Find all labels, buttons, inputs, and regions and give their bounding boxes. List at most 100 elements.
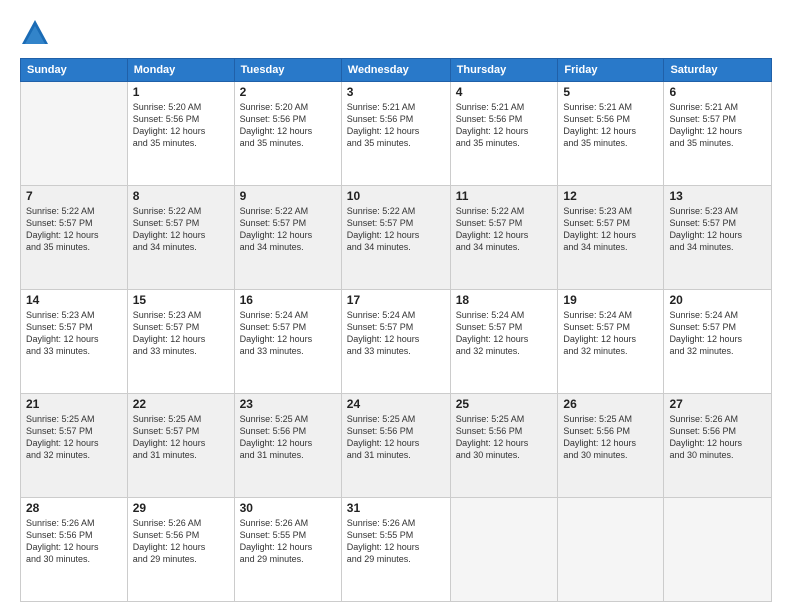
day-number: 26 (563, 397, 658, 411)
calendar-header-tuesday: Tuesday (234, 59, 341, 82)
day-info: Sunrise: 5:21 AM Sunset: 5:56 PM Dayligh… (563, 101, 658, 150)
logo (20, 18, 54, 48)
calendar-header-sunday: Sunday (21, 59, 128, 82)
calendar-header-monday: Monday (127, 59, 234, 82)
calendar-header-friday: Friday (558, 59, 664, 82)
day-number: 23 (240, 397, 336, 411)
day-number: 11 (456, 189, 553, 203)
day-number: 15 (133, 293, 229, 307)
calendar-cell: 14 Sunrise: 5:23 AM Sunset: 5:57 PM Dayli… (21, 290, 128, 394)
calendar-cell: 21 Sunrise: 5:25 AM Sunset: 5:57 PM Dayli… (21, 394, 128, 498)
calendar-cell: 17 Sunrise: 5:24 AM Sunset: 5:57 PM Dayli… (341, 290, 450, 394)
day-number: 3 (347, 85, 445, 99)
page: SundayMondayTuesdayWednesdayThursdayFrid… (0, 0, 792, 612)
calendar-cell: 23 Sunrise: 5:25 AM Sunset: 5:56 PM Dayli… (234, 394, 341, 498)
day-number: 24 (347, 397, 445, 411)
calendar-cell (664, 498, 772, 602)
day-number: 25 (456, 397, 553, 411)
day-number: 18 (456, 293, 553, 307)
calendar-cell: 6Sunrise: 5:21 AM Sunset: 5:57 PM Daylig… (664, 82, 772, 186)
day-number: 13 (669, 189, 766, 203)
day-info: Sunrise: 5:25 AM Sunset: 5:57 PM Dayligh… (133, 413, 229, 462)
day-info: Sunrise: 5:22 AM Sunset: 5:57 PM Dayligh… (456, 205, 553, 254)
calendar-cell: 7 Sunrise: 5:22 AM Sunset: 5:57 PM Daylig… (21, 186, 128, 290)
day-number: 14 (26, 293, 122, 307)
calendar-cell: 10 Sunrise: 5:22 AM Sunset: 5:57 PM Dayli… (341, 186, 450, 290)
calendar-cell: 9Sunrise: 5:22 AM Sunset: 5:57 PM Daylig… (234, 186, 341, 290)
day-number: 19 (563, 293, 658, 307)
day-number: 17 (347, 293, 445, 307)
calendar-cell (21, 82, 128, 186)
calendar-cell: 11 Sunrise: 5:22 AM Sunset: 5:57 PM Dayli… (450, 186, 558, 290)
day-info: Sunrise: 5:22 AM Sunset: 5:57 PM Dayligh… (240, 205, 336, 254)
day-info: Sunrise: 5:25 AM Sunset: 5:56 PM Dayligh… (240, 413, 336, 462)
day-number: 16 (240, 293, 336, 307)
calendar-week-4: 21 Sunrise: 5:25 AM Sunset: 5:57 PM Dayli… (21, 394, 772, 498)
day-info: Sunrise: 5:22 AM Sunset: 5:57 PM Dayligh… (347, 205, 445, 254)
calendar-cell: 16 Sunrise: 5:24 AM Sunset: 5:57 PM Dayli… (234, 290, 341, 394)
calendar-header-saturday: Saturday (664, 59, 772, 82)
calendar-cell: 12Sunrise: 5:23 AM Sunset: 5:57 PM Dayli… (558, 186, 664, 290)
calendar-week-5: 28 Sunrise: 5:26 AM Sunset: 5:56 PM Dayli… (21, 498, 772, 602)
day-number: 7 (26, 189, 122, 203)
day-number: 10 (347, 189, 445, 203)
calendar-cell: 22Sunrise: 5:25 AM Sunset: 5:57 PM Dayli… (127, 394, 234, 498)
calendar-header-row: SundayMondayTuesdayWednesdayThursdayFrid… (21, 59, 772, 82)
day-info: Sunrise: 5:24 AM Sunset: 5:57 PM Dayligh… (456, 309, 553, 358)
calendar-week-1: 1 Sunrise: 5:20 AM Sunset: 5:56 PM Daylig… (21, 82, 772, 186)
day-number: 31 (347, 501, 445, 515)
calendar-cell: 26 Sunrise: 5:25 AM Sunset: 5:56 PM Dayli… (558, 394, 664, 498)
day-number: 21 (26, 397, 122, 411)
day-number: 30 (240, 501, 336, 515)
calendar-cell: 29Sunrise: 5:26 AM Sunset: 5:56 PM Dayli… (127, 498, 234, 602)
day-info: Sunrise: 5:23 AM Sunset: 5:57 PM Dayligh… (669, 205, 766, 254)
day-info: Sunrise: 5:23 AM Sunset: 5:57 PM Dayligh… (563, 205, 658, 254)
calendar-cell: 3 Sunrise: 5:21 AM Sunset: 5:56 PM Daylig… (341, 82, 450, 186)
day-number: 2 (240, 85, 336, 99)
calendar-cell: 24Sunrise: 5:25 AM Sunset: 5:56 PM Dayli… (341, 394, 450, 498)
calendar-cell (450, 498, 558, 602)
calendar-header-thursday: Thursday (450, 59, 558, 82)
day-info: Sunrise: 5:23 AM Sunset: 5:57 PM Dayligh… (133, 309, 229, 358)
day-info: Sunrise: 5:24 AM Sunset: 5:57 PM Dayligh… (240, 309, 336, 358)
calendar-cell: 18 Sunrise: 5:24 AM Sunset: 5:57 PM Dayli… (450, 290, 558, 394)
day-info: Sunrise: 5:26 AM Sunset: 5:56 PM Dayligh… (669, 413, 766, 462)
day-info: Sunrise: 5:24 AM Sunset: 5:57 PM Dayligh… (347, 309, 445, 358)
day-number: 6 (669, 85, 766, 99)
calendar-header-wednesday: Wednesday (341, 59, 450, 82)
calendar-cell: 13 Sunrise: 5:23 AM Sunset: 5:57 PM Dayli… (664, 186, 772, 290)
day-info: Sunrise: 5:21 AM Sunset: 5:56 PM Dayligh… (347, 101, 445, 150)
calendar-cell: 30 Sunrise: 5:26 AM Sunset: 5:55 PM Dayli… (234, 498, 341, 602)
day-info: Sunrise: 5:23 AM Sunset: 5:57 PM Dayligh… (26, 309, 122, 358)
day-info: Sunrise: 5:25 AM Sunset: 5:56 PM Dayligh… (456, 413, 553, 462)
header (20, 18, 772, 48)
day-info: Sunrise: 5:25 AM Sunset: 5:56 PM Dayligh… (563, 413, 658, 462)
day-info: Sunrise: 5:24 AM Sunset: 5:57 PM Dayligh… (669, 309, 766, 358)
day-info: Sunrise: 5:22 AM Sunset: 5:57 PM Dayligh… (133, 205, 229, 254)
calendar-cell: 27 Sunrise: 5:26 AM Sunset: 5:56 PM Dayli… (664, 394, 772, 498)
logo-icon (20, 18, 50, 48)
calendar-cell: 4 Sunrise: 5:21 AM Sunset: 5:56 PM Daylig… (450, 82, 558, 186)
day-info: Sunrise: 5:21 AM Sunset: 5:56 PM Dayligh… (456, 101, 553, 150)
calendar-cell: 20Sunrise: 5:24 AM Sunset: 5:57 PM Dayli… (664, 290, 772, 394)
day-info: Sunrise: 5:24 AM Sunset: 5:57 PM Dayligh… (563, 309, 658, 358)
day-number: 4 (456, 85, 553, 99)
calendar-cell: 5 Sunrise: 5:21 AM Sunset: 5:56 PM Daylig… (558, 82, 664, 186)
day-number: 1 (133, 85, 229, 99)
day-info: Sunrise: 5:20 AM Sunset: 5:56 PM Dayligh… (240, 101, 336, 150)
day-info: Sunrise: 5:26 AM Sunset: 5:56 PM Dayligh… (26, 517, 122, 566)
day-number: 28 (26, 501, 122, 515)
day-info: Sunrise: 5:26 AM Sunset: 5:55 PM Dayligh… (240, 517, 336, 566)
day-number: 5 (563, 85, 658, 99)
day-number: 29 (133, 501, 229, 515)
day-number: 8 (133, 189, 229, 203)
calendar-cell (558, 498, 664, 602)
calendar-cell: 31Sunrise: 5:26 AM Sunset: 5:55 PM Dayli… (341, 498, 450, 602)
calendar-cell: 8 Sunrise: 5:22 AM Sunset: 5:57 PM Daylig… (127, 186, 234, 290)
calendar-week-3: 14 Sunrise: 5:23 AM Sunset: 5:57 PM Dayli… (21, 290, 772, 394)
day-number: 27 (669, 397, 766, 411)
day-info: Sunrise: 5:25 AM Sunset: 5:57 PM Dayligh… (26, 413, 122, 462)
day-info: Sunrise: 5:22 AM Sunset: 5:57 PM Dayligh… (26, 205, 122, 254)
calendar-cell: 25 Sunrise: 5:25 AM Sunset: 5:56 PM Dayli… (450, 394, 558, 498)
calendar-cell: 15 Sunrise: 5:23 AM Sunset: 5:57 PM Dayli… (127, 290, 234, 394)
